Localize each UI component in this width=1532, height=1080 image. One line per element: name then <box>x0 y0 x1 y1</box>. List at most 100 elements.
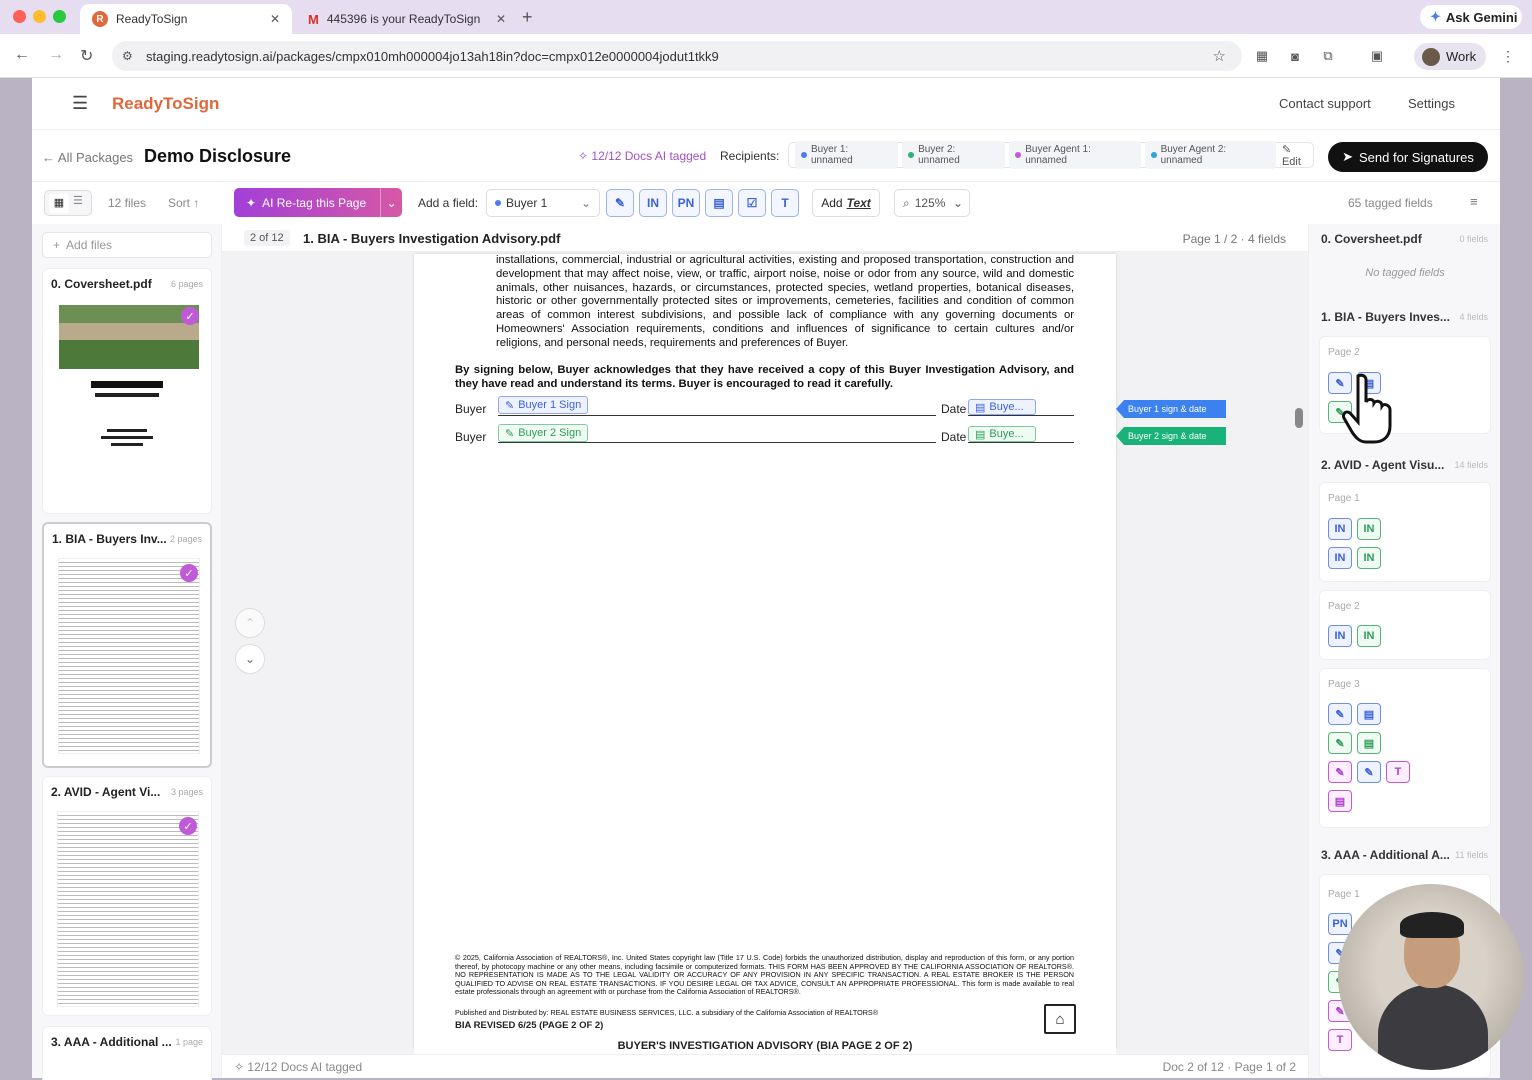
date-field-chip[interactable]: ▤ <box>1357 732 1381 754</box>
tagged-fields-count: 65 tagged fields <box>1348 196 1433 210</box>
vertical-scrollbar-thumb[interactable] <box>1295 408 1303 428</box>
gmail-icon: M <box>308 11 319 27</box>
initials-field-chip[interactable]: IN <box>1328 625 1352 647</box>
ask-gemini-button[interactable]: ✦ Ask Gemini <box>1420 5 1522 29</box>
sort-button[interactable]: Sort ↑ <box>168 196 199 210</box>
settings-link[interactable]: Settings <box>1408 96 1455 111</box>
zoom-select[interactable]: ⌕ 125% ⌄ <box>894 189 970 217</box>
calendar-icon: ▤ <box>713 196 725 210</box>
previous-page-button[interactable]: ⌃ <box>235 608 265 638</box>
checkbox-field-tool[interactable]: ☑ <box>738 189 766 217</box>
initials-field-chip[interactable]: IN <box>1357 518 1381 540</box>
file-card-bia[interactable]: 1. BIA - Buyers Inv... 2 pages ✓ <box>42 522 212 768</box>
section-heading[interactable]: 0. Coversheet.pdf <box>1321 232 1422 246</box>
browser-tab-readytosign[interactable]: R ReadyToSign ✕ <box>80 4 292 34</box>
back-arrow-icon[interactable]: ← <box>14 46 30 64</box>
buyer-1-date-field[interactable]: ▤ Buye... <box>968 399 1036 415</box>
recipient-pill-buyer-agent-2[interactable]: Buyer Agent 2: unnamed <box>1144 141 1276 169</box>
section-heading[interactable]: 3. AAA - Additional A... <box>1321 848 1450 862</box>
sort-label: Sort <box>168 196 191 210</box>
initials-field-chip[interactable]: IN <box>1357 625 1381 647</box>
date-field-tool[interactable]: ▤ <box>705 189 733 217</box>
recipient-name: Buyer 1: unnamed <box>810 144 853 166</box>
buyer-2-signature-field[interactable]: ✎ Buyer 2 Sign <box>498 424 589 442</box>
recipient-pill-buyer-agent-1[interactable]: Buyer Agent 1: unnamed <box>1009 141 1141 169</box>
browser-tab-gmail[interactable]: M 445396 is your ReadyToSign ✕ <box>296 4 518 34</box>
buyer-label: Buyer <box>455 430 487 444</box>
ai-tagged-status: ✧ 12/12 Docs AI tagged <box>578 149 707 163</box>
extensions-puzzle-icon[interactable]: ⧉ <box>1320 48 1336 64</box>
close-tab-icon[interactable]: ✕ <box>496 12 506 26</box>
pen-icon: ✎ <box>505 427 515 440</box>
add-files-label: Add files <box>66 238 113 252</box>
fields-menu-icon[interactable]: ≡ <box>1470 194 1478 209</box>
section-heading[interactable]: 2. AVID - Agent Visu... <box>1321 458 1444 472</box>
field-recipient-select[interactable]: Buyer 1 ⌄ <box>486 189 600 217</box>
signature-field-chip[interactable]: ✎ <box>1328 761 1352 783</box>
add-text-button[interactable]: Add Text <box>812 189 880 217</box>
add-files-button[interactable]: + Add files <box>42 232 212 258</box>
site-settings-icon[interactable]: ⚙ <box>122 49 133 63</box>
buyer-2-date-field[interactable]: ▤ Buye... <box>968 426 1036 442</box>
text-field-chip[interactable]: T <box>1328 1029 1352 1051</box>
initials-field-chip[interactable]: IN <box>1328 547 1352 569</box>
forward-arrow-icon[interactable]: → <box>48 46 64 64</box>
hamburger-menu-icon[interactable]: ☰ <box>72 93 88 114</box>
zoom-search-icon: ⌕ <box>903 195 910 210</box>
browser-menu-icon[interactable]: ⋮ <box>1500 48 1516 64</box>
view-toggle[interactable]: ▦ ☰ <box>44 190 92 216</box>
maximize-window-button[interactable] <box>53 10 66 23</box>
initials-field-chip[interactable]: IN <box>1357 547 1381 569</box>
edit-recipients-button[interactable]: ✎ Edit <box>1282 143 1313 168</box>
minimize-window-button[interactable] <box>33 10 46 23</box>
url-text: staging.readytosign.ai/packages/cmpx010m… <box>146 48 719 64</box>
grid-view-icon[interactable]: ▦ <box>49 194 69 213</box>
recipient-pill-buyer-2[interactable]: Buyer 2: unnamed <box>902 141 1006 169</box>
text-field-tool[interactable]: T <box>771 189 799 217</box>
contact-support-link[interactable]: Contact support <box>1279 96 1371 111</box>
file-card-aaa[interactable]: 3. AAA - Additional ... 1 page <box>42 1026 212 1080</box>
next-page-button[interactable]: ⌄ <box>235 644 265 674</box>
recipient-pill-buyer-1[interactable]: Buyer 1: unnamed <box>795 141 899 169</box>
file-card-coversheet[interactable]: 0. Coversheet.pdf 6 pages ✓ <box>42 268 212 514</box>
chevron-down-icon[interactable]: ⌄ <box>380 188 402 217</box>
signature-field-chip[interactable]: ✎ <box>1328 732 1352 754</box>
document-viewer: 2 of 12 1. BIA - Buyers Investigation Ad… <box>222 224 1308 1078</box>
profile-button[interactable]: Work <box>1414 43 1486 70</box>
url-field[interactable]: ⚙ staging.readytosign.ai/packages/cmpx01… <box>112 41 1242 71</box>
file-pages: 2 pages <box>169 534 202 544</box>
brand-logo[interactable]: ReadyToSign <box>112 94 219 114</box>
extension-gift-icon[interactable]: ▦ <box>1254 48 1270 64</box>
all-packages-link[interactable]: ← All Packages <box>42 150 133 165</box>
date-field-chip[interactable]: ▤ <box>1328 790 1352 812</box>
printed-name-field-tool[interactable]: PN <box>672 189 700 217</box>
close-tab-icon[interactable]: ✕ <box>270 12 280 26</box>
buyer-1-signature-field[interactable]: ✎ Buyer 1 Sign <box>498 396 589 414</box>
new-tab-icon[interactable]: + <box>522 7 533 28</box>
file-pages: 6 pages <box>170 279 203 289</box>
ai-retag-label: AI Re-tag this Page <box>262 195 367 210</box>
initials-field-chip[interactable]: IN <box>1328 518 1352 540</box>
signature-field-chip[interactable]: ✎ <box>1357 761 1381 783</box>
buyer-1-sign-date-tag[interactable]: Buyer 1 sign & date <box>1116 400 1226 418</box>
signature-field-chip[interactable]: ✎ <box>1328 703 1352 725</box>
date-field-chip[interactable]: ▤ <box>1357 703 1381 725</box>
ai-retag-button[interactable]: ✦ AI Re-tag this Page ⌄ <box>234 188 402 217</box>
tab-search-icon[interactable]: ▣ <box>1369 48 1385 64</box>
bookmark-star-icon[interactable]: ☆ <box>1213 47 1226 65</box>
signature-field-tool[interactable]: ✎ <box>606 189 634 217</box>
close-window-button[interactable] <box>13 10 26 23</box>
reload-icon[interactable]: ↻ <box>80 46 93 66</box>
revision-label: BIA REVISED 6/25 (PAGE 2 OF 2) <box>455 1020 604 1031</box>
file-card-avid[interactable]: 2. AVID - Agent Vi... 3 pages ✓ <box>42 776 212 1016</box>
initials-field-tool[interactable]: IN <box>639 189 667 217</box>
send-for-signatures-button[interactable]: ➤ Send for Signatures <box>1328 142 1488 172</box>
section-heading[interactable]: 1. BIA - Buyers Inves... <box>1321 310 1450 324</box>
camera-icon[interactable]: ◙ <box>1287 48 1303 64</box>
recipients-list[interactable]: Buyer 1: unnamed Buyer 2: unnamed Buyer … <box>788 141 1314 169</box>
buyer-2-sign-date-tag[interactable]: Buyer 2 sign & date <box>1116 427 1226 445</box>
publisher-note: Published and Distributed by: REAL ESTAT… <box>455 1008 879 1017</box>
text-field-chip[interactable]: T <box>1386 761 1410 783</box>
zoom-value: 125% <box>914 196 946 210</box>
list-view-icon[interactable]: ☰ <box>73 194 83 207</box>
